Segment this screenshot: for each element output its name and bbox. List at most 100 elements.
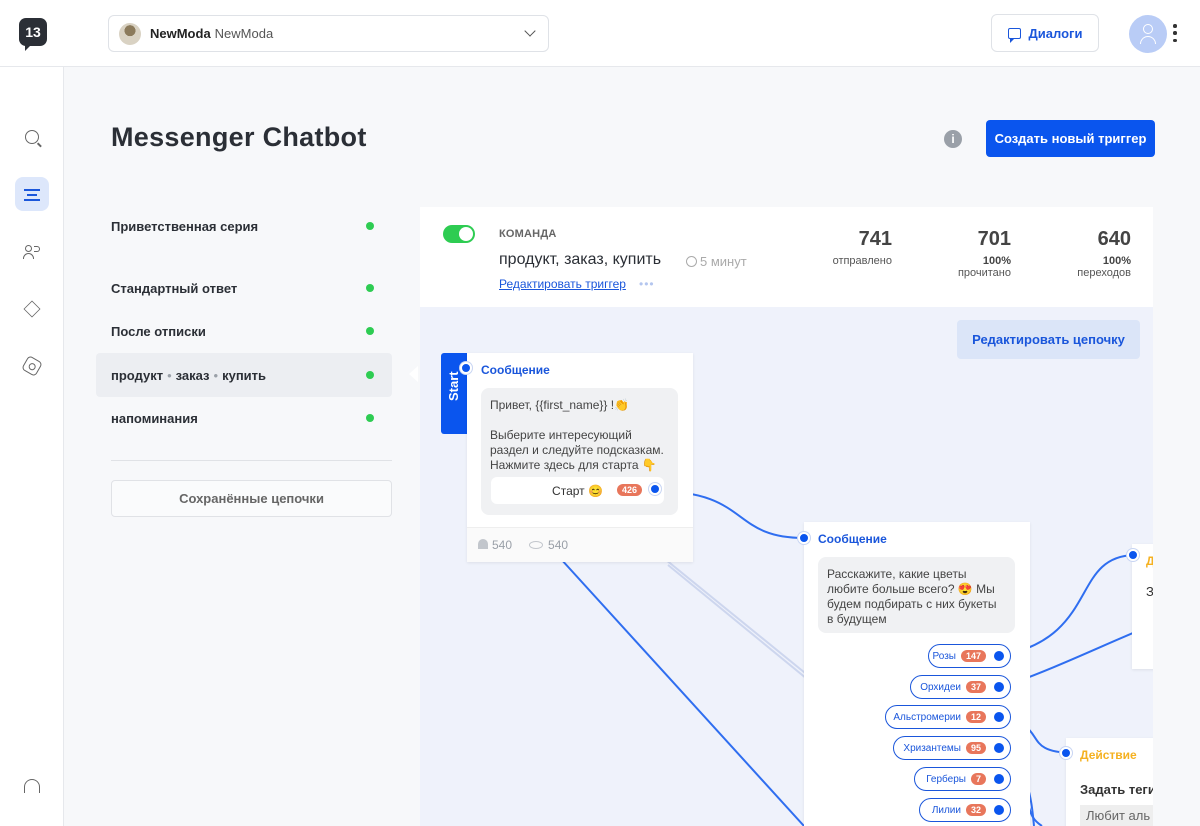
action-text: Задать теги xyxy=(1080,782,1153,797)
divider xyxy=(111,460,392,461)
card-input-port[interactable] xyxy=(798,532,810,544)
card-title: Сообщение xyxy=(481,363,550,377)
keyword-separator: • xyxy=(213,367,219,383)
trigger-label: напоминания xyxy=(111,410,198,426)
rail-support[interactable] xyxy=(15,769,49,803)
click-count-badge: 147 xyxy=(960,650,986,662)
card-input-port[interactable] xyxy=(1060,747,1072,759)
flow-canvas[interactable]: Редактировать цепочку Start Сообщение Пр… xyxy=(420,307,1153,826)
click-count-badge: 37 xyxy=(965,681,986,693)
quick-reply-button[interactable]: Альстромерии 12 xyxy=(885,705,1011,729)
saved-chains-button[interactable]: Сохранённые цепочки xyxy=(111,480,392,517)
rail-search[interactable] xyxy=(15,120,49,154)
trigger-keyword: купить xyxy=(222,367,267,383)
trigger-keyword: заказ xyxy=(175,367,210,383)
settings-icon xyxy=(21,355,43,377)
quick-reply-button[interactable]: Орхидеи 37 xyxy=(910,675,1011,699)
card-footer: 540 540 xyxy=(467,527,693,562)
reply-label: Орхидеи xyxy=(920,681,961,693)
stat-percent: 100% xyxy=(1102,255,1131,267)
rail-layers[interactable] xyxy=(15,292,49,326)
quick-reply-button[interactable]: Хризантемы 95 xyxy=(893,736,1011,760)
rail-flows[interactable] xyxy=(15,177,49,211)
stat-sent: 741 отправлено xyxy=(802,228,892,267)
message-bubble: Расскажите, какие цветы любите больше вс… xyxy=(818,557,1015,633)
app-logo[interactable]: 13 xyxy=(19,18,47,51)
button-label: Старт 😊 xyxy=(552,483,603,498)
reply-label: Герберы xyxy=(926,773,966,785)
click-count-badge: 12 xyxy=(965,711,986,723)
click-count-badge: 7 xyxy=(970,773,986,785)
button-output-port[interactable] xyxy=(994,743,1004,753)
message-line: Привет, {{first_name}} !👏 xyxy=(490,398,630,412)
card-title: Сообщение xyxy=(818,532,887,546)
rail-users[interactable] xyxy=(15,235,49,269)
trigger-keywords: продукт, заказ, купить xyxy=(499,251,662,268)
reply-label: Лилии xyxy=(931,804,961,816)
trigger-item[interactable]: напоминания xyxy=(96,396,392,440)
stat-read: 701 100% прочитано xyxy=(921,228,1011,279)
button-output-port[interactable] xyxy=(994,712,1004,722)
top-bar: 13 NewModa NewModa Диалоги xyxy=(0,0,1200,67)
support-icon xyxy=(24,779,40,793)
start-label: Start xyxy=(446,371,461,401)
stat-label: прочитано xyxy=(957,267,1011,279)
start-quick-button[interactable]: Старт 😊 426 xyxy=(491,477,664,504)
selection-pointer xyxy=(409,366,418,382)
quick-reply-button[interactable]: Розы 147 xyxy=(928,644,1011,668)
layers-icon xyxy=(23,300,41,318)
card-input-port[interactable] xyxy=(460,362,472,374)
stat-percent: 100% xyxy=(982,255,1011,267)
dialogs-button[interactable]: Диалоги xyxy=(991,14,1099,52)
account-select[interactable]: NewModa NewModa xyxy=(108,15,549,52)
reply-label: Хризантемы xyxy=(903,742,961,754)
account-avatar xyxy=(119,22,141,45)
trigger-item[interactable]: Стандартный ответ xyxy=(96,266,392,310)
action-card[interactable]: Действие Задать теги Любит аль xyxy=(1066,738,1153,826)
message-line: Выберите интересующий раздел и следуйте … xyxy=(490,428,664,472)
status-dot xyxy=(366,371,374,379)
edit-trigger-link[interactable]: Редактировать триггер xyxy=(499,277,626,291)
trigger-keyword: продукт xyxy=(111,367,164,383)
card-input-port[interactable] xyxy=(1127,549,1139,561)
message-card[interactable]: Сообщение Привет, {{first_name}} !👏 Выбе… xyxy=(467,353,693,562)
button-output-port[interactable] xyxy=(994,805,1004,815)
trigger-item[interactable]: После отписки xyxy=(96,309,392,353)
stat-label: отправлено xyxy=(832,255,892,267)
person-icon xyxy=(478,539,488,549)
button-output-port[interactable] xyxy=(994,774,1004,784)
rail-settings[interactable] xyxy=(15,349,49,383)
action-card[interactable]: Д З xyxy=(1132,544,1153,669)
trigger-delay: 5 минут xyxy=(686,254,747,269)
trigger-toggle[interactable] xyxy=(443,225,475,243)
users-icon xyxy=(23,245,41,259)
create-trigger-button[interactable]: Создать новый триггер xyxy=(986,120,1155,157)
users-stat: 540 xyxy=(478,538,512,552)
quick-reply-button[interactable]: Лилии 32 xyxy=(919,798,1011,822)
edit-chain-button[interactable]: Редактировать цепочку xyxy=(957,320,1140,359)
eye-icon xyxy=(529,541,544,549)
button-output-port[interactable] xyxy=(994,651,1004,661)
trigger-item-active[interactable]: продукт • заказ • купить xyxy=(96,353,392,397)
button-output-port[interactable] xyxy=(994,682,1004,692)
trigger-type: КОМАНДА xyxy=(499,228,557,240)
delay-value: 5 минут xyxy=(700,254,747,269)
stat-value: 701 xyxy=(977,228,1011,250)
chat-icon xyxy=(1007,27,1021,43)
reply-label: Альстромерии xyxy=(893,711,961,723)
action-text: З xyxy=(1146,584,1153,599)
tag-chip: Любит аль xyxy=(1080,805,1153,826)
chevron-down-icon xyxy=(524,25,536,37)
button-output-port[interactable] xyxy=(649,483,661,495)
views-stat: 540 xyxy=(529,538,568,552)
card-title: Д xyxy=(1146,554,1153,568)
account-subname: NewModa xyxy=(214,26,274,41)
click-count-badge: 95 xyxy=(965,742,986,754)
quick-reply-button[interactable]: Герберы 7 xyxy=(914,767,1011,791)
more-options-icon[interactable]: ••• xyxy=(639,277,655,291)
more-menu-icon[interactable] xyxy=(1173,24,1177,42)
info-icon[interactable]: i xyxy=(944,130,962,148)
click-count-badge: 32 xyxy=(965,804,986,816)
user-avatar[interactable] xyxy=(1129,15,1167,53)
trigger-item[interactable]: Приветственная серия xyxy=(96,204,392,248)
